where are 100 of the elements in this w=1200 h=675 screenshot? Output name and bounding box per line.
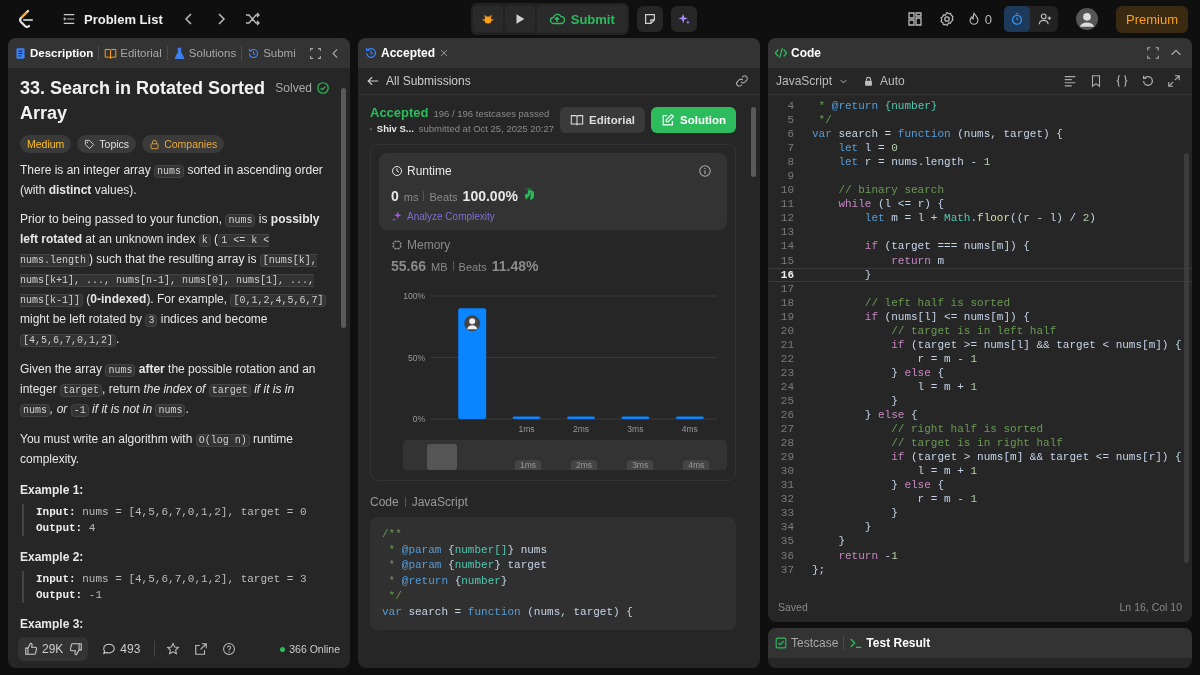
code-line: */ [817,114,832,127]
code-line: } else { [863,409,918,422]
line-number: 29 [779,451,794,464]
example-title: Example 2: [20,550,85,564]
code-line: // right half is sorted [890,423,1044,436]
line-number: 27 [779,423,794,436]
panel-tab[interactable]: Test Result [866,632,931,654]
runtime-card[interactable]: Runtime 0 ms Beats 100.00% Analyze Complexity [379,153,727,230]
code-line: // left half is sorted [863,296,1011,309]
navigator-label: 4ms [683,460,710,470]
line-number: 16 [779,268,794,281]
code-line: return -1 [837,549,898,562]
line-number: 31 [779,479,794,492]
code-line: if (target === nums[m]) { [863,240,1030,253]
editorial-button[interactable]: Editorial [560,106,645,133]
line-number: 14 [779,240,794,253]
submitted-time: submitted at Oct 25, 2025 20:27 [418,123,554,134]
line-number: 6 [786,128,794,141]
runtime-label: Runtime [407,164,452,178]
memory-card[interactable]: Memory 55.66 MB Beats 11.48% [379,230,727,282]
code-line: while (l <= r) { [837,198,945,211]
problem-list-link[interactable]: Problem List [84,11,163,27]
cursor-position: Ln 16, Col 10 [1119,601,1182,613]
axis-label: 100% [403,291,425,301]
code-line: r = m - 1 [916,352,978,365]
difficulty-tag: Medium [20,135,72,153]
line-number: 28 [779,437,794,450]
code-line: let l = 0 [837,142,898,155]
example-title: Example 3: [20,617,85,630]
panel-tab[interactable]: Submi [263,43,296,63]
axis-label: 50% [408,352,425,363]
panel-tab[interactable]: Accepted [381,42,436,64]
line-number: 22 [779,352,794,365]
line-number: 23 [779,366,794,379]
memory-unit: MB [431,261,448,273]
code-line: * @return {number} [817,100,938,112]
username[interactable]: Shiv S... [376,123,414,134]
code-line: } else { [890,479,945,492]
auto-mode[interactable]: Auto [880,74,905,88]
code-line: var search = function (nums, target) { [382,604,634,620]
code-line: } [890,395,898,407]
code-line: if (target > nums[m] && target <= nums[r]) { [890,451,1182,464]
line-number: 37 [779,563,794,576]
line-number: 4 [786,100,794,112]
line-number: 18 [779,296,794,309]
code-line: let r = nums.length - 1 [837,156,991,169]
code-label: Code [370,495,399,509]
code-line: } else { [890,366,945,379]
line-number: 15 [779,254,794,267]
example-line: Input: nums = [4,5,6,7,0,1,2], target = 3 [36,572,308,587]
status-text: Accepted [370,105,429,120]
navigator-label: 1ms [515,460,542,470]
code-line: * @return {number} [387,573,509,589]
navigator-label: 3ms [627,460,654,470]
panel-tab[interactable]: Solutions [188,43,237,63]
topics-tag[interactable]: Topics [77,135,137,153]
code-line: }; [812,563,826,576]
example-title: Example 1: [20,483,85,497]
code-line: } [890,507,898,520]
code-line: if (nums[l] <= nums[m]) { [863,310,1030,323]
example-line: Input: nums = [4,5,6,7,0,1,2], target = 0 [36,505,308,520]
line-number: 19 [779,310,794,323]
language-dropdown[interactable]: JavaScript [776,74,833,88]
line-number: 20 [779,324,794,337]
axis-label: 1ms [518,424,535,434]
line-number: 30 [779,465,794,478]
line-number: 17 [779,282,794,295]
testcases-text: 196 / 196 testcases passed [433,108,550,119]
line-number: 5 [786,114,794,127]
code-line: var search = function (nums, target) { [812,128,1063,141]
code-line: r = m - 1 [916,493,978,506]
premium-button[interactable]: Premium [1116,5,1188,33]
code-line: // target is in right half [890,437,1063,450]
code-line: */ [387,589,403,604]
example-line: Output: 4 [36,521,97,536]
axis-label: 0% [412,414,425,424]
panel-tab[interactable]: Description [30,43,94,63]
paragraph: There is an integer array nums sorted in ascending order (with distinct values). [20,162,324,199]
comments-button[interactable]: 493 [96,637,147,661]
memory-label: Memory [407,238,451,252]
companies-tag[interactable]: Companies [142,135,225,153]
line-number: 8 [786,156,794,169]
panel-tab[interactable]: Testcase [791,632,839,654]
problem-title: 33. Search in Rotated Sorted Array [20,77,267,125]
submit-button[interactable]: Submit [536,5,627,33]
code-line: // binary search [837,184,945,197]
line-number: 21 [779,338,794,351]
runtime-value: 0 [391,188,399,204]
range-navigator[interactable]: 1ms 2ms 3ms 4ms [403,440,727,470]
code-line: return m [890,254,945,267]
line-number: 11 [779,198,794,211]
runtime-beats: 100.00% [462,188,518,204]
line-number: 7 [786,142,794,155]
panel-tab[interactable]: Code [791,42,821,64]
line-number: 24 [779,380,794,393]
line-number: 12 [779,212,794,225]
code-line: } [863,521,872,534]
back-link[interactable]: All Submissions [386,74,471,88]
panel-tab[interactable]: Editorial [120,43,162,63]
streak-count[interactable]: 0 [984,11,992,27]
